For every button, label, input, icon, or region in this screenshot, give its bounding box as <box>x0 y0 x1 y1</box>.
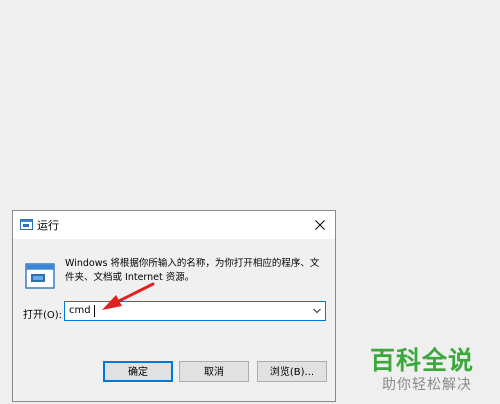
watermark-title: 百科全说 <box>370 346 475 375</box>
chevron-down-icon[interactable] <box>313 308 321 314</box>
description-text: Windows 将根据你所输入的名称，为你打开相应的程序、文件夹、文档或 Int… <box>65 258 320 283</box>
open-label: 打开(O): <box>23 310 63 321</box>
close-icon <box>315 220 325 230</box>
open-combobox[interactable]: cmd <box>64 301 326 321</box>
window-title: 运行 <box>37 219 59 232</box>
close-button[interactable] <box>305 211 335 239</box>
browse-button[interactable]: 浏览(B)... <box>257 361 327 382</box>
text-caret <box>94 305 95 317</box>
run-icon <box>20 219 33 230</box>
run-icon <box>25 263 55 289</box>
title-bar: 运行 <box>13 211 335 239</box>
watermark-subtitle: 助你轻松解决 <box>382 377 472 393</box>
watermark: 百科全说 助你轻松解决 <box>370 341 496 399</box>
run-dialog: 运行 Windows 将根据你所输入的名称，为你打开相应的程序、文件夹、文档或 … <box>12 210 336 402</box>
ok-button[interactable]: 确定 <box>103 361 173 382</box>
open-input[interactable]: cmd <box>69 305 91 316</box>
cancel-button[interactable]: 取消 <box>179 361 249 382</box>
